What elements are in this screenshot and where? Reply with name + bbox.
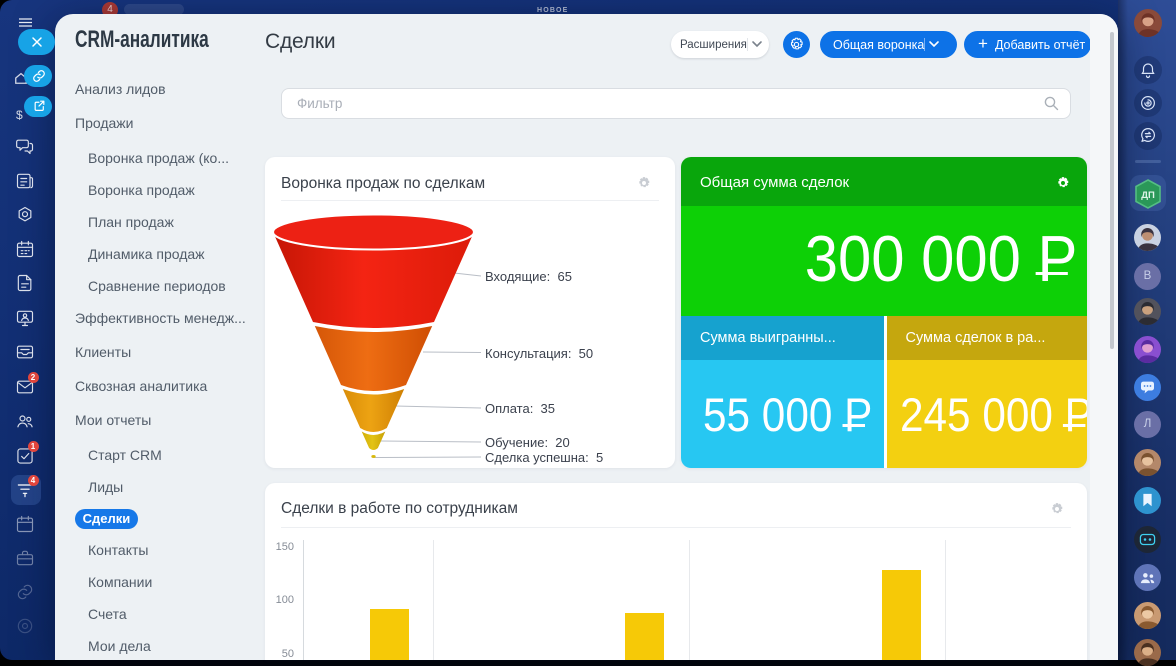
- svg-text:ДП: ДП: [1141, 190, 1155, 201]
